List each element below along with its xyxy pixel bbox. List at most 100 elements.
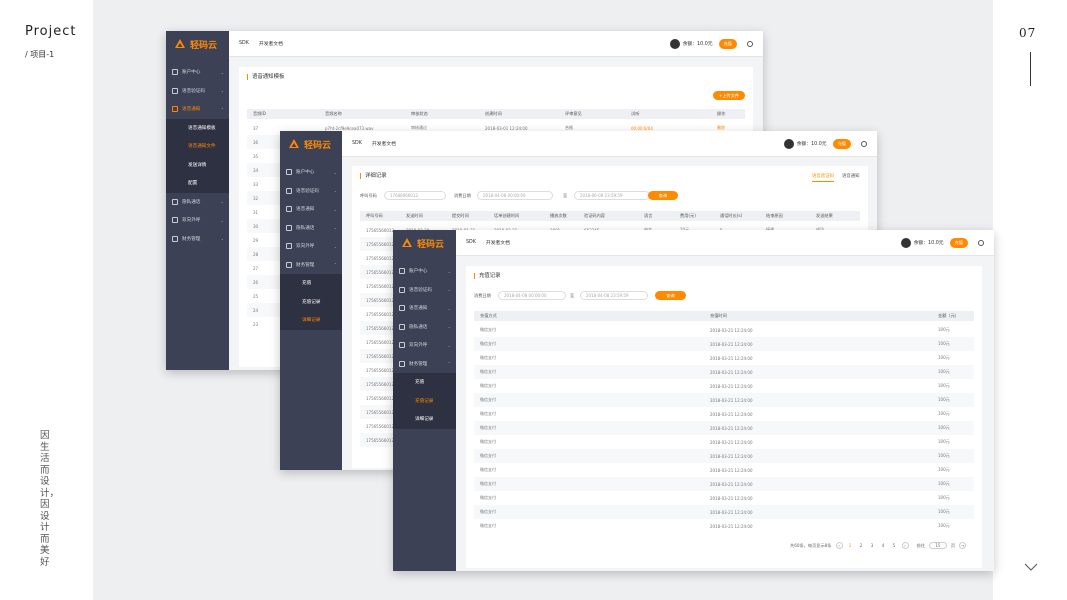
- cell: 微信支付: [480, 481, 496, 486]
- date-from-input[interactable]: 2018-04-08 00:00:00: [477, 191, 553, 200]
- page-2[interactable]: 2: [858, 542, 865, 549]
- table-header: 呼叫号码 发送时间 提交时间 话单创建时间 播放次数 验证码内容 语言 费用(元) 通话时长(s…: [360, 211, 860, 221]
- nav-docs[interactable]: 开发者文档: [259, 40, 283, 47]
- speaker-icon: [399, 305, 405, 312]
- cell: 2018-03-21 12:24:00: [710, 439, 753, 445]
- nav-sdk[interactable]: SDK: [352, 141, 362, 146]
- charge-button[interactable]: 充值: [718, 38, 737, 49]
- sidebar-item-finance[interactable]: 财务管理 ⌃: [393, 355, 456, 374]
- chevron-up-icon: ⌃: [220, 106, 224, 112]
- sidebar-sub-charge[interactable]: 充值: [280, 274, 342, 293]
- nav-sdk[interactable]: SDK: [466, 240, 476, 245]
- chevron-down-icon: ⌄: [333, 188, 337, 194]
- chevron-down-icon: ⌄: [220, 69, 224, 75]
- brand-logo[interactable]: 轻码云: [393, 230, 456, 256]
- col-header: 结束原因: [766, 213, 783, 218]
- date-label: 消费日期: [474, 293, 491, 298]
- sidebar-item-voice-code[interactable]: 语音验证码 ⌄: [280, 182, 342, 201]
- date-to-input[interactable]: 2018-06-08 23:59:59: [574, 191, 650, 200]
- avatar[interactable]: [783, 138, 794, 149]
- sidebar-item-label: 财务管理: [296, 262, 315, 268]
- query-button[interactable]: 查询: [648, 191, 678, 200]
- col-header: 创建时间: [485, 111, 502, 116]
- date-from-input[interactable]: 2018-04-08 00:00:00: [498, 291, 566, 300]
- col-header: 验证码内容: [584, 213, 605, 218]
- col-header: 话单创建时间: [494, 213, 520, 218]
- sidebar-item-voice-notify[interactable]: 语音通知 ⌄: [393, 299, 456, 318]
- chevron-down-icon: ⌄: [333, 169, 337, 175]
- nav-docs[interactable]: 开发者文档: [486, 239, 510, 246]
- audio-player[interactable]: 00:00:0/04: [631, 126, 717, 131]
- topbar: SDK 开发者文档 余额：10.0元 充值: [456, 230, 994, 256]
- avatar[interactable]: [669, 38, 680, 49]
- sidebar-item-privacy[interactable]: 隐私通话 ⌄: [280, 219, 342, 238]
- sidebar-sub-file[interactable]: 语音通知文件: [166, 137, 229, 156]
- sidebar-item-privacy[interactable]: 隐私通话 ⌄: [166, 193, 229, 212]
- sidebar-item-finance[interactable]: 财务管理 ⌃: [280, 256, 342, 275]
- sidebar-sub-config[interactable]: 配置: [166, 174, 229, 193]
- topbar: SDK 开发者文档 余额：10.0元 充值: [229, 31, 763, 57]
- tab-voice-notify[interactable]: 语音通知: [842, 173, 860, 179]
- tab-voice-code[interactable]: 语音验证码: [812, 173, 834, 182]
- col-header: 播放次数: [550, 213, 567, 218]
- nav-docs[interactable]: 开发者文档: [372, 140, 396, 147]
- next-page-icon[interactable]: ›: [901, 542, 909, 549]
- sidebar-item-voice-notify[interactable]: 语音通知 ⌄: [280, 200, 342, 219]
- sidebar-sub-detail[interactable]: 发送详情: [166, 155, 229, 174]
- nav-sdk[interactable]: SDK: [239, 41, 249, 46]
- page-5[interactable]: 5: [891, 542, 898, 549]
- go-arrow-icon[interactable]: →: [959, 542, 967, 549]
- cell: 100元: [938, 369, 950, 374]
- power-icon[interactable]: [978, 239, 984, 246]
- upload-button[interactable]: +上传文件: [713, 91, 745, 100]
- sidebar-sub-charge[interactable]: 充值: [393, 373, 456, 392]
- avatar[interactable]: [900, 237, 911, 248]
- prev-page-icon[interactable]: ‹: [835, 542, 843, 549]
- phone-input[interactable]: 17688066012: [384, 191, 446, 200]
- sidebar-sub-charge-record[interactable]: 充值记录: [393, 391, 456, 410]
- date-to-input[interactable]: 2018-04-08 23:59:59: [580, 291, 648, 300]
- sidebar-item-callback[interactable]: 双向外呼 ⌄: [166, 211, 229, 230]
- sidebar-item-callback[interactable]: 双向外呼 ⌄: [280, 237, 342, 256]
- call-icon: [172, 217, 178, 224]
- sidebar-item-account[interactable]: 账户中心 ⌄: [393, 262, 456, 281]
- sidebar-item-account[interactable]: 账户中心 ⌄: [280, 163, 342, 182]
- power-icon[interactable]: [861, 140, 867, 147]
- pagination: 共60条，每页显示8条 ‹ 1 2 3 4 5 › 前往 15 页 →: [790, 542, 967, 549]
- cell: 100元: [938, 341, 950, 346]
- col-header: 发送结果: [816, 213, 833, 218]
- sidebar-item-label: 账户中心: [182, 70, 201, 76]
- cell: 2018-03-21 12:24:00: [710, 397, 753, 403]
- brand-logo[interactable]: 轻码云: [280, 131, 342, 157]
- page-1[interactable]: 1: [847, 542, 854, 549]
- sidebar-item-account[interactable]: 账户中心 ⌄: [166, 63, 229, 82]
- sidebar-item-voice-code[interactable]: 语音验证码 ⌄: [166, 82, 229, 101]
- phone-icon: [399, 323, 405, 330]
- page-4[interactable]: 4: [880, 542, 887, 549]
- sidebar-item-label: 财务管理: [409, 361, 428, 367]
- cell: 2018-03-21 12:24:00: [710, 481, 753, 487]
- sidebar-sub-charge-record[interactable]: 充值记录: [280, 292, 342, 311]
- sidebar-sub-detail-record[interactable]: 详细记录: [393, 410, 456, 429]
- cell: 100元: [938, 397, 950, 402]
- sidebar-sub-template[interactable]: 语音通知模板: [166, 118, 229, 137]
- sidebar-item-voice-notify[interactable]: 语音通知 ⌃: [166, 100, 229, 119]
- page-input[interactable]: 15: [928, 542, 947, 549]
- sidebar-item-finance[interactable]: 财务管理 ⌄: [166, 230, 229, 249]
- chevron-down-icon[interactable]: [1024, 560, 1038, 574]
- brand-logo[interactable]: 轻码云: [166, 31, 229, 57]
- power-icon[interactable]: [747, 40, 753, 47]
- sidebar-item-privacy[interactable]: 隐私通话 ⌄: [393, 318, 456, 337]
- to-label: 至: [563, 193, 568, 198]
- sidebar-item-label: 账户中心: [296, 170, 315, 176]
- sidebar-item-label: 语音验证码: [296, 188, 319, 194]
- charge-button[interactable]: 充值: [949, 237, 968, 248]
- query-button[interactable]: 查询: [655, 291, 686, 300]
- chevron-down-icon: ⌄: [447, 305, 451, 311]
- sidebar-item-label: 语音通知: [182, 107, 201, 113]
- sidebar-item-voice-code[interactable]: 语音验证码 ⌄: [393, 281, 456, 300]
- sidebar-sub-detail-record[interactable]: 详细记录: [280, 311, 342, 330]
- sidebar-item-callback[interactable]: 双向外呼 ⌄: [393, 336, 456, 355]
- charge-button[interactable]: 充值: [832, 138, 851, 149]
- page-3[interactable]: 3: [869, 542, 876, 549]
